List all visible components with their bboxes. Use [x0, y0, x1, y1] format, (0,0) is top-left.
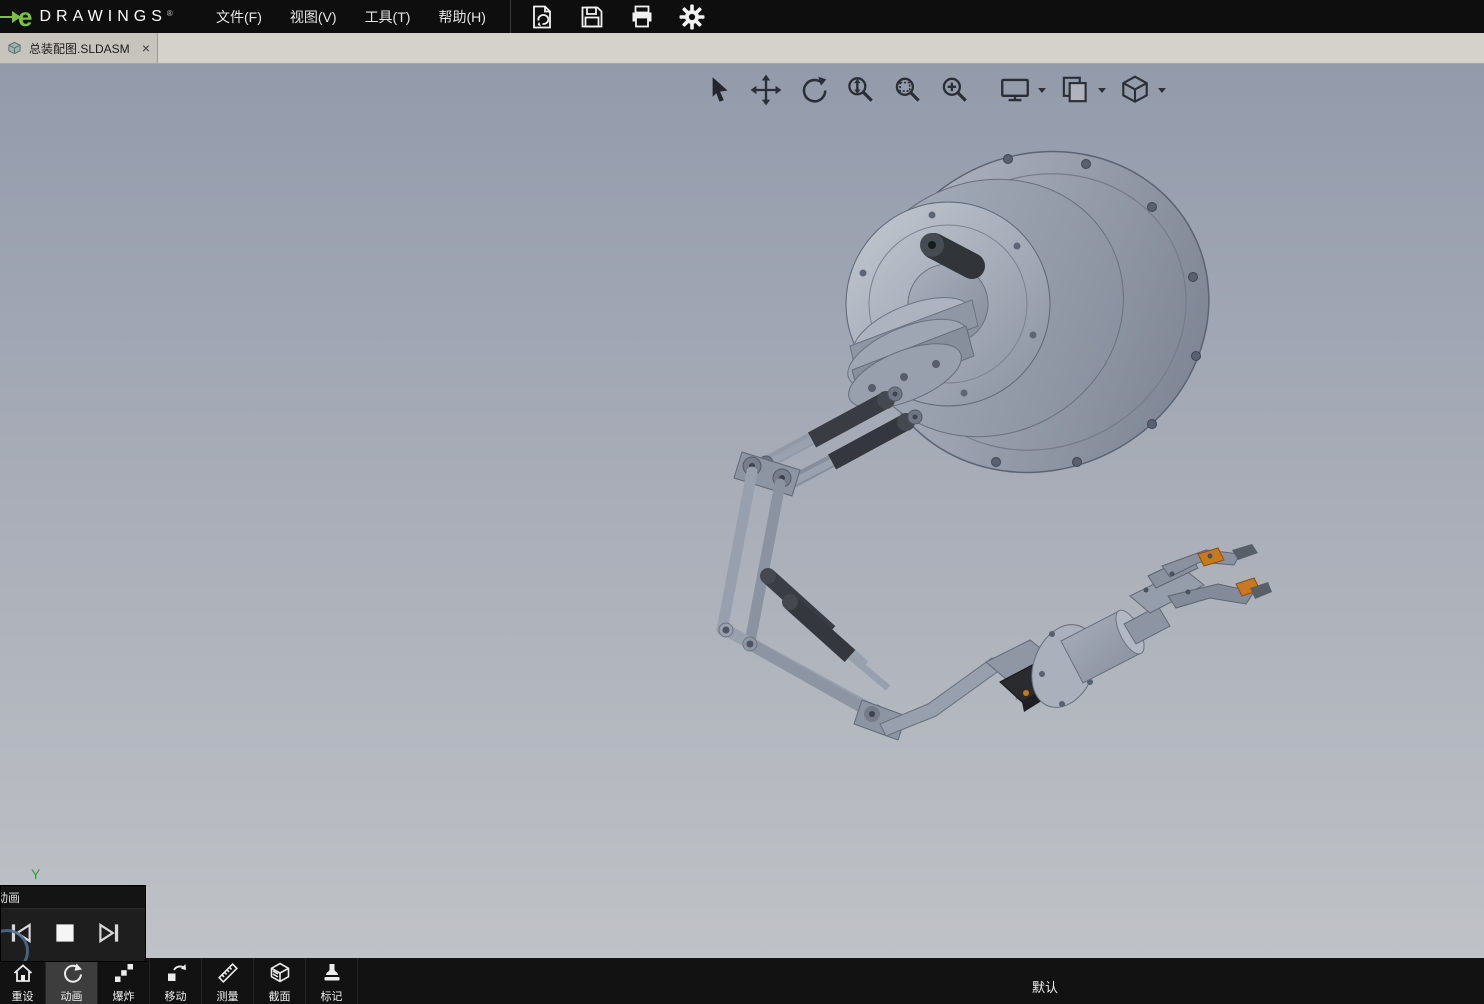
logo-name: DRAWINGS: [39, 7, 167, 25]
animation-panel-header: 动画: [1, 886, 145, 909]
pan-icon[interactable]: [749, 73, 783, 107]
bottom-item-label: 动画: [60, 991, 83, 1003]
animation-icon: [63, 963, 82, 983]
bottom-toolbar: 重设 动画 爆炸 移动 测量 截面 标记 默认: [0, 958, 1484, 1004]
section-icon: [270, 962, 289, 983]
bottom-item-measure[interactable]: 测量: [202, 958, 254, 1004]
zoom-icon[interactable]: [843, 73, 877, 107]
animation-panel-title: 动画: [1, 890, 21, 905]
menu-tools[interactable]: 工具(T): [351, 1, 425, 33]
select-icon[interactable]: [702, 73, 736, 107]
menu: 文件(F) 视图(V) 工具(T) 帮助(H): [202, 1, 500, 33]
zoom-fit-icon[interactable]: [937, 73, 971, 107]
print-icon[interactable]: [629, 4, 655, 30]
skip-end-icon[interactable]: [95, 919, 123, 947]
bottom-item-move[interactable]: 移动: [150, 958, 202, 1004]
tabbar: 总装配图.SLDASM ×: [0, 33, 1484, 64]
rotate-icon[interactable]: [796, 73, 830, 107]
bottom-item-label: 重设: [11, 991, 34, 1003]
bottom-item-label: 截面: [268, 991, 291, 1003]
home-icon: [13, 964, 32, 982]
menu-help[interactable]: 帮助(H): [424, 1, 499, 33]
bottom-item-label: 爆炸: [112, 991, 135, 1003]
bottom-item-section[interactable]: 截面: [254, 958, 306, 1004]
model-flange[interactable]: [807, 93, 1266, 532]
caret-down-icon[interactable]: [1038, 87, 1046, 93]
settings-icon[interactable]: [679, 4, 705, 30]
bottom-item-label: 标记: [320, 991, 343, 1003]
animation-panel: 动画: [0, 885, 146, 962]
bottom-item-animation[interactable]: 动画: [46, 958, 98, 1004]
move-icon: [167, 964, 186, 981]
bottom-item-reset[interactable]: 重设: [0, 958, 46, 1004]
bottom-item-label: 测量: [216, 991, 239, 1003]
axis-y-label: Y: [31, 866, 41, 882]
bottom-item-label: 移动: [164, 991, 187, 1003]
menubar-separator: [509, 0, 511, 33]
bottom-item-explode[interactable]: 爆炸: [98, 958, 150, 1004]
stamp-icon: [324, 964, 339, 981]
explode-icon: [114, 964, 133, 982]
caret-down-icon[interactable]: [1098, 87, 1106, 93]
app-logo: e DRAWINGS ®: [0, 4, 192, 30]
document-tab[interactable]: 总装配图.SLDASM ×: [0, 33, 158, 63]
bottom-item-markup[interactable]: 标记: [306, 958, 358, 1004]
quick-toolbar: [529, 4, 729, 30]
display-options-icon[interactable]: [1058, 73, 1092, 107]
zoom-area-icon[interactable]: [890, 73, 924, 107]
stop-icon[interactable]: [51, 919, 79, 947]
fullscreen-icon[interactable]: [998, 73, 1032, 107]
configuration-label: 默认: [1032, 980, 1059, 995]
caret-down-icon[interactable]: [1158, 87, 1166, 93]
close-icon[interactable]: ×: [142, 41, 150, 55]
logo-registered-mark: ®: [166, 8, 173, 18]
view-toolbar: [702, 73, 1178, 107]
measure-icon: [217, 963, 238, 983]
menu-view[interactable]: 视图(V): [276, 1, 351, 33]
save-icon[interactable]: [579, 4, 605, 30]
view-orientation-icon[interactable]: [1118, 73, 1152, 107]
model-gripper[interactable]: [1020, 544, 1272, 717]
cad-model[interactable]: [0, 64, 1484, 958]
menubar: e DRAWINGS ® 文件(F) 视图(V) 工具(T) 帮助(H): [0, 0, 1484, 33]
assembly-icon: [8, 41, 21, 54]
open-icon[interactable]: [529, 4, 555, 30]
3d-viewport[interactable]: Y: [0, 64, 1484, 958]
logo-e: e: [18, 1, 33, 32]
menu-file[interactable]: 文件(F): [202, 1, 276, 33]
tab-title: 总装配图.SLDASM: [29, 41, 130, 56]
